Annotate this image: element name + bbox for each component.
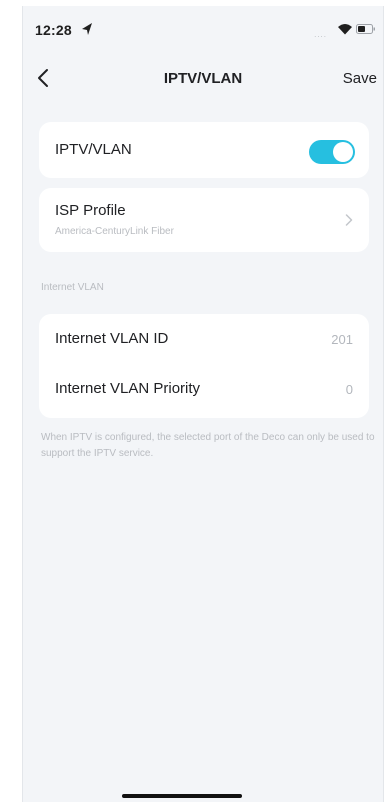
internet-vlan-priority-label: Internet VLAN Priority	[55, 380, 201, 397]
iptv-toggle-row: IPTV/VLAN	[39, 122, 369, 178]
status-bar: 12:28 ....	[23, 6, 383, 46]
iptv-label: IPTV/VLAN	[55, 141, 132, 158]
save-button[interactable]: Save	[343, 70, 377, 87]
toggle-knob	[333, 142, 353, 162]
location-arrow-icon	[82, 23, 92, 35]
signal-dots: ....	[314, 30, 327, 39]
wifi-icon	[338, 24, 352, 35]
iptv-footnote: When IPTV is configured, the selected po…	[41, 432, 375, 459]
nav-bar: IPTV/VLAN Save	[23, 62, 383, 96]
internet-vlan-id-label: Internet VLAN ID	[55, 330, 169, 347]
isp-profile-label: ISP Profile	[55, 202, 126, 219]
battery-icon	[356, 24, 375, 34]
home-indicator	[122, 794, 242, 798]
chevron-right-icon	[345, 214, 353, 226]
internet-vlan-card: Internet VLAN ID 201 Internet VLAN Prior…	[39, 314, 369, 418]
internet-vlan-section-title: Internet VLAN	[41, 282, 104, 293]
internet-vlan-id-value[interactable]: 201	[331, 332, 353, 347]
isp-profile-row[interactable]: ISP Profile America-CenturyLink Fiber	[39, 188, 369, 252]
iptv-toggle[interactable]	[309, 140, 355, 164]
isp-profile-value: America-CenturyLink Fiber	[55, 226, 174, 237]
phone-screen: 12:28 .... IPTV/VLAN Save IPTV/VLAN ISP …	[22, 6, 384, 802]
internet-vlan-priority-value[interactable]: 0	[346, 382, 353, 397]
status-time: 12:28	[35, 22, 72, 38]
page-title: IPTV/VLAN	[163, 70, 243, 87]
